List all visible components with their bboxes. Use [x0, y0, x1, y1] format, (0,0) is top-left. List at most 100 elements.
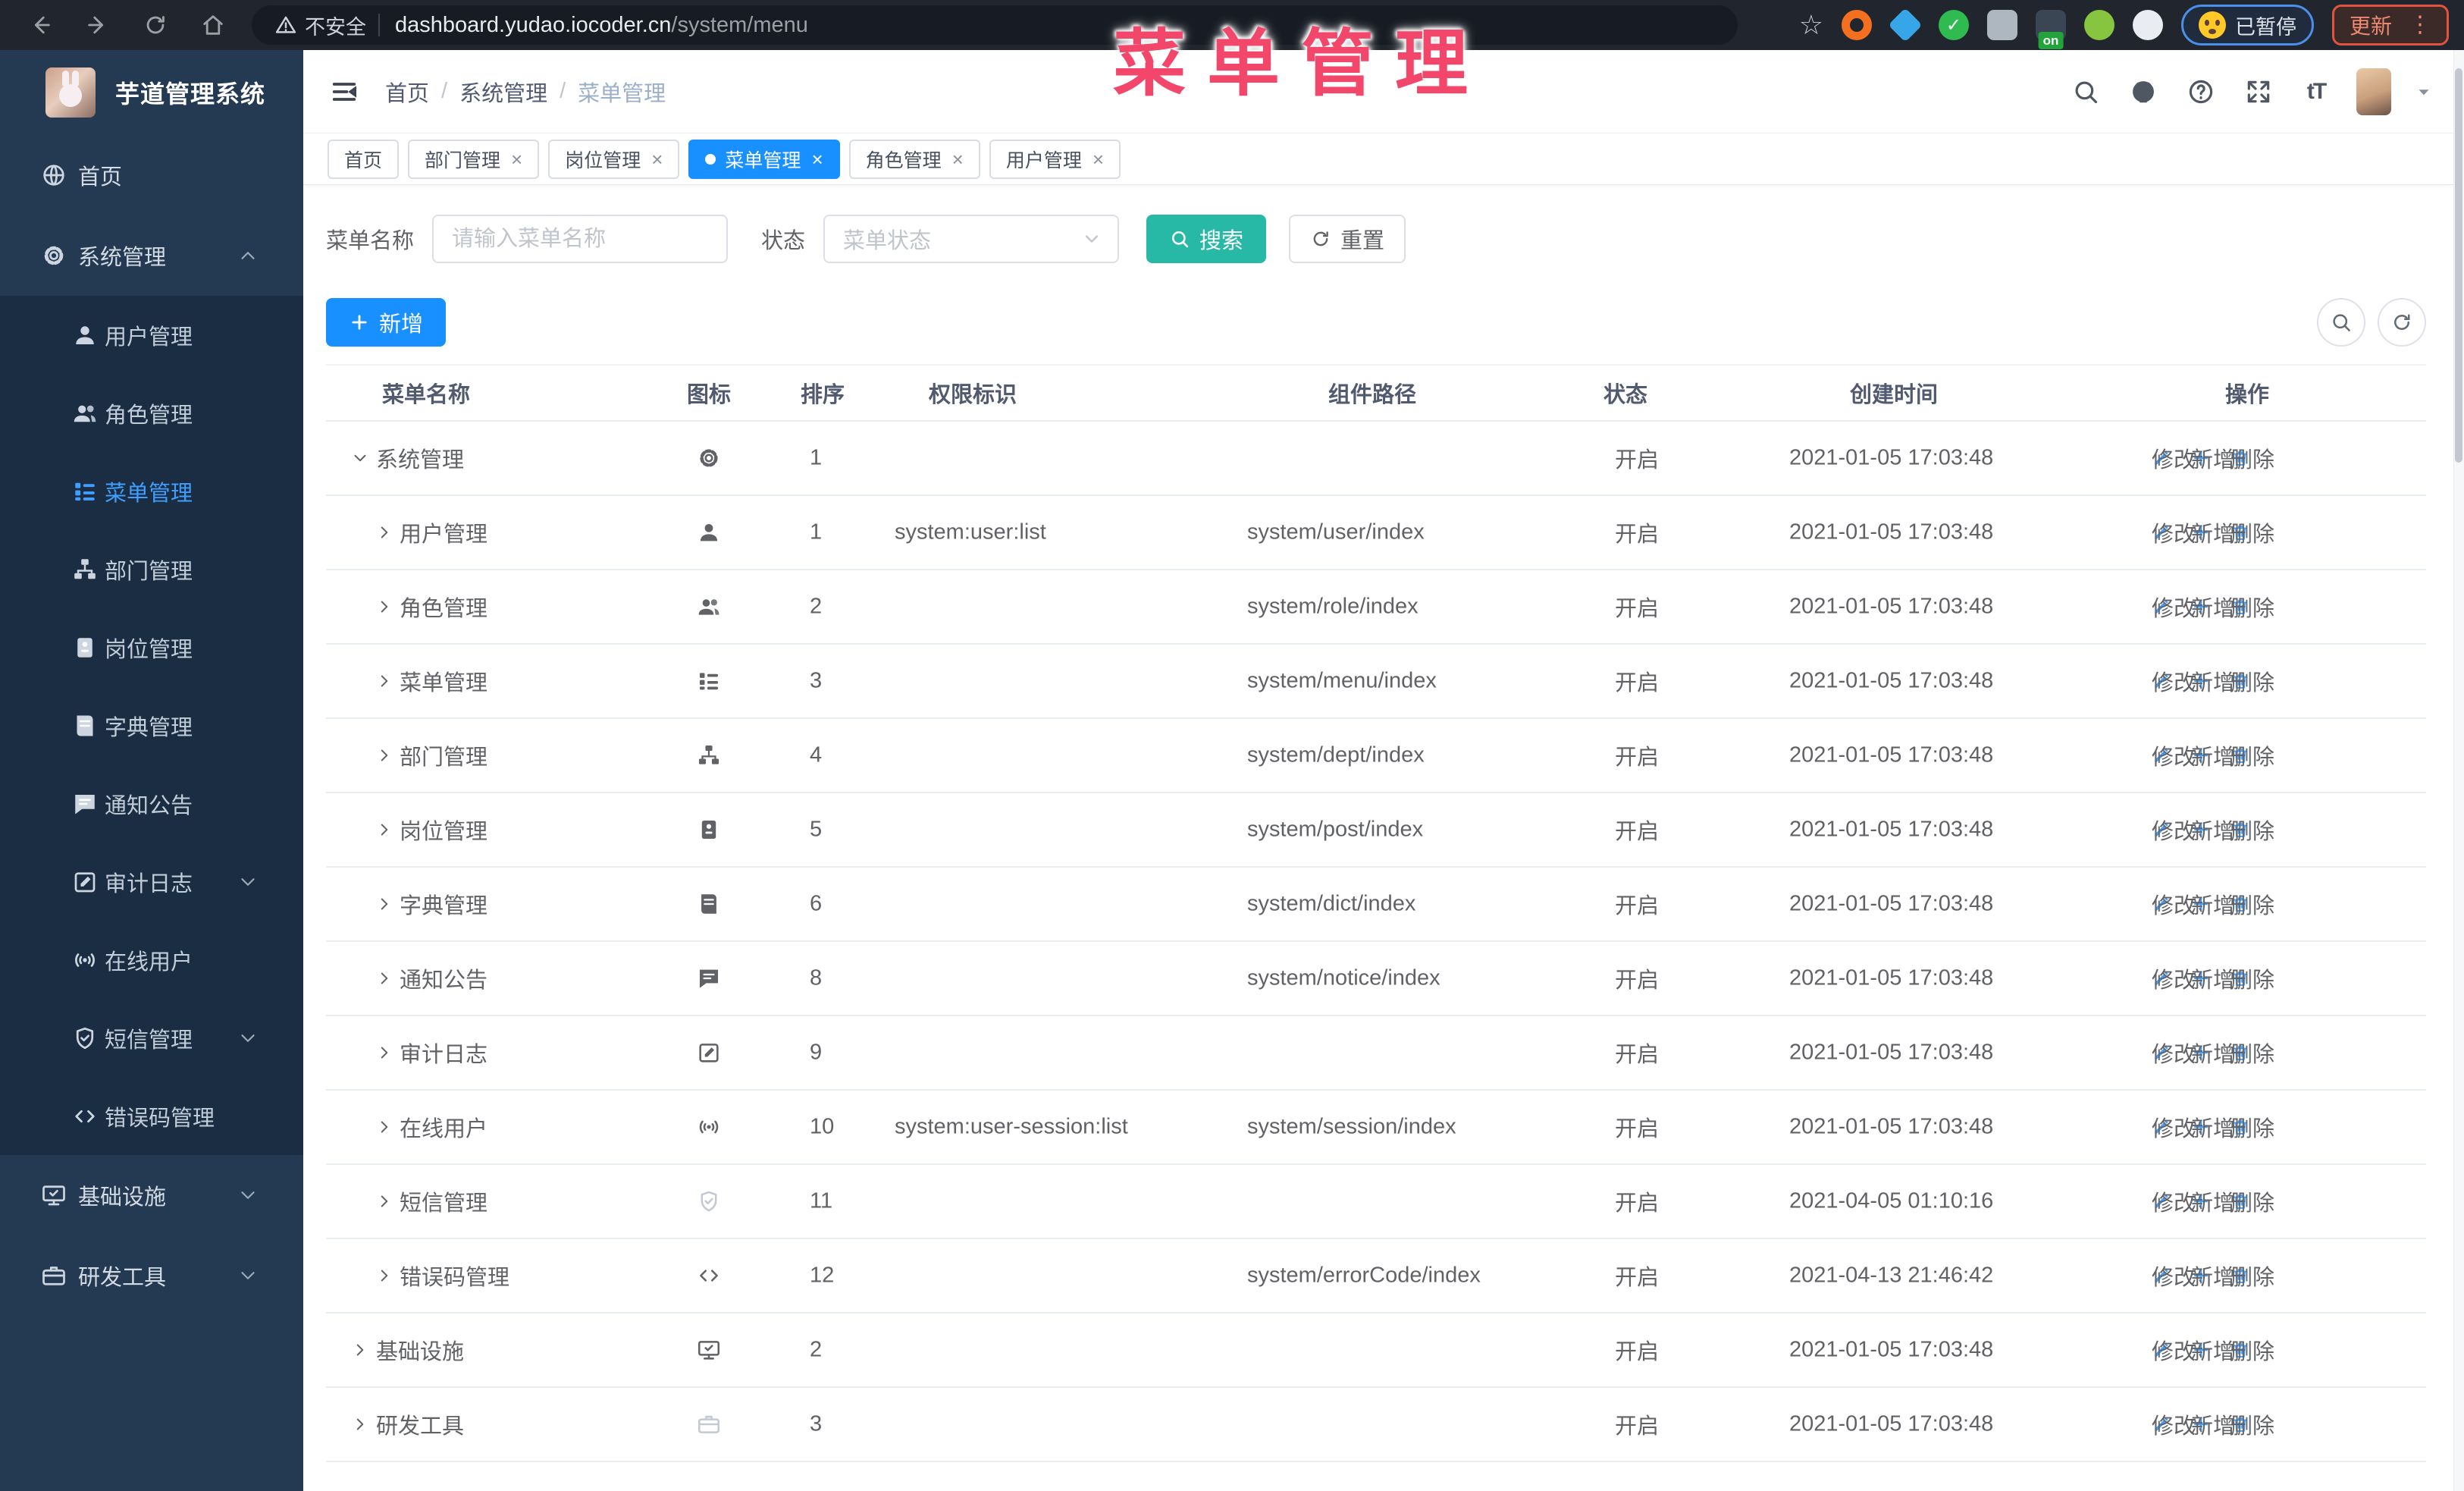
- row-add-action[interactable]: 新增: [2191, 820, 2235, 844]
- extension-check-icon[interactable]: ✓: [1938, 10, 1969, 40]
- sidebar-item[interactable]: 在线用户: [0, 921, 303, 999]
- row-edit-action[interactable]: 修改: [2152, 1414, 2196, 1439]
- tab-close-icon[interactable]: ×: [952, 149, 964, 169]
- row-add-action[interactable]: 新增: [2191, 894, 2235, 918]
- row-expand-icon[interactable]: [350, 448, 373, 468]
- security-label[interactable]: 不安全: [305, 11, 366, 40]
- refresh-table-button[interactable]: [2378, 298, 2426, 347]
- row-expand-icon[interactable]: [375, 894, 397, 914]
- row-edit-action[interactable]: 修改: [2152, 820, 2196, 844]
- row-edit-action[interactable]: 修改: [2152, 523, 2196, 547]
- row-add-action[interactable]: 新增: [2191, 1266, 2235, 1290]
- row-add-action[interactable]: 新增: [2191, 1414, 2235, 1439]
- row-delete-action[interactable]: 删除: [2230, 746, 2274, 770]
- menu-name-input[interactable]: [432, 215, 729, 263]
- github-icon[interactable]: [2126, 74, 2161, 109]
- extension-gem-icon[interactable]: [1888, 8, 1923, 42]
- row-expand-icon[interactable]: [375, 1117, 397, 1137]
- add-button[interactable]: 新增: [326, 298, 447, 347]
- update-button[interactable]: 更新 ⋮: [2331, 5, 2449, 46]
- fullscreen-icon[interactable]: [2241, 74, 2276, 109]
- status-select[interactable]: 菜单状态: [823, 215, 1120, 263]
- app-logo-row[interactable]: 芋道管理系统: [0, 50, 303, 135]
- tab-item[interactable]: 岗位管理 ×: [548, 139, 680, 179]
- row-add-action[interactable]: 新增: [2191, 671, 2235, 695]
- tab-close-icon[interactable]: ×: [651, 149, 663, 169]
- row-edit-action[interactable]: 修改: [2152, 448, 2196, 472]
- sidebar-item[interactable]: 系统管理: [0, 215, 303, 296]
- row-delete-action[interactable]: 删除: [2230, 1043, 2274, 1067]
- row-delete-action[interactable]: 删除: [2230, 523, 2274, 547]
- search-button[interactable]: 搜索: [1146, 215, 1267, 263]
- row-add-action[interactable]: 新增: [2191, 523, 2235, 547]
- help-icon[interactable]: [2183, 74, 2218, 109]
- sidebar-item[interactable]: 岗位管理: [0, 608, 303, 686]
- sidebar-item[interactable]: 用户管理: [0, 296, 303, 374]
- row-expand-icon[interactable]: [375, 597, 397, 617]
- row-expand-icon[interactable]: [375, 1191, 397, 1211]
- scrollbar-track[interactable]: [2453, 50, 2464, 1491]
- address-bar[interactable]: 不安全 dashboard.yudao.iocoder.cn /system/m…: [252, 5, 1738, 45]
- tab-close-icon[interactable]: ×: [1092, 149, 1104, 169]
- row-delete-action[interactable]: 删除: [2230, 894, 2274, 918]
- row-expand-icon[interactable]: [375, 746, 397, 765]
- reload-icon[interactable]: [136, 6, 174, 44]
- row-expand-icon[interactable]: [375, 968, 397, 988]
- sidebar-item[interactable]: 字典管理: [0, 686, 303, 764]
- row-add-action[interactable]: 新增: [2191, 1117, 2235, 1141]
- row-edit-action[interactable]: 修改: [2152, 1117, 2196, 1141]
- sidebar-item[interactable]: 角色管理: [0, 374, 303, 452]
- extension-tiles-icon[interactable]: [1986, 10, 2017, 40]
- row-add-action[interactable]: 新增: [2191, 597, 2235, 621]
- chevron-down-icon[interactable]: [2414, 82, 2434, 102]
- row-delete-action[interactable]: 删除: [2230, 448, 2274, 472]
- sidebar-item[interactable]: 基础设施: [0, 1155, 303, 1235]
- font-size-icon[interactable]: tT: [2299, 74, 2334, 109]
- row-add-action[interactable]: 新增: [2191, 1043, 2235, 1067]
- tab-item[interactable]: 部门管理 ×: [408, 139, 540, 179]
- row-edit-action[interactable]: 修改: [2152, 671, 2196, 695]
- home-icon[interactable]: [194, 6, 232, 44]
- row-add-action[interactable]: 新增: [2191, 448, 2235, 472]
- row-delete-action[interactable]: 删除: [2230, 1266, 2274, 1290]
- sidebar-item[interactable]: 首页: [0, 135, 303, 215]
- row-edit-action[interactable]: 修改: [2152, 1191, 2196, 1216]
- collapse-sidebar-icon[interactable]: [326, 74, 362, 110]
- row-delete-action[interactable]: 删除: [2230, 968, 2274, 993]
- back-icon[interactable]: [21, 6, 59, 44]
- paused-extension-badge[interactable]: 已暂停: [2180, 5, 2314, 46]
- row-edit-action[interactable]: 修改: [2152, 1266, 2196, 1290]
- tab-item[interactable]: 角色管理 ×: [848, 139, 980, 179]
- extension-switch-icon[interactable]: on: [2035, 10, 2066, 49]
- row-add-action[interactable]: 新增: [2191, 746, 2235, 770]
- search-icon[interactable]: [2068, 74, 2103, 109]
- bookmark-star-icon[interactable]: ☆: [1799, 11, 1823, 39]
- sidebar-item[interactable]: 审计日志: [0, 843, 303, 921]
- sidebar-item[interactable]: 菜单管理: [0, 452, 303, 530]
- row-expand-icon[interactable]: [375, 820, 397, 840]
- row-edit-action[interactable]: 修改: [2152, 597, 2196, 621]
- extension-puzzle-icon[interactable]: [2132, 10, 2163, 40]
- row-expand-icon[interactable]: [350, 1340, 373, 1360]
- tab-item[interactable]: 菜单管理 ×: [688, 139, 840, 179]
- row-edit-action[interactable]: 修改: [2152, 968, 2196, 993]
- row-expand-icon[interactable]: [350, 1414, 373, 1434]
- row-delete-action[interactable]: 删除: [2230, 1414, 2274, 1439]
- row-edit-action[interactable]: 修改: [2152, 1043, 2196, 1067]
- sidebar-item[interactable]: 短信管理: [0, 999, 303, 1077]
- sidebar-item[interactable]: 错误码管理: [0, 1077, 303, 1155]
- row-delete-action[interactable]: 删除: [2230, 671, 2274, 695]
- row-edit-action[interactable]: 修改: [2152, 746, 2196, 770]
- scrollbar-thumb[interactable]: [2455, 68, 2462, 463]
- sidebar-item[interactable]: 通知公告: [0, 764, 303, 843]
- tab-close-icon[interactable]: ×: [511, 149, 522, 169]
- tab-item[interactable]: 用户管理 ×: [989, 139, 1121, 179]
- row-delete-action[interactable]: 删除: [2230, 1117, 2274, 1141]
- row-expand-icon[interactable]: [375, 671, 397, 691]
- sidebar-item[interactable]: 研发工具: [0, 1235, 303, 1316]
- extension-key-icon[interactable]: [2083, 10, 2114, 40]
- tab-close-icon[interactable]: ×: [811, 149, 823, 169]
- row-add-action[interactable]: 新增: [2191, 1191, 2235, 1216]
- row-edit-action[interactable]: 修改: [2152, 1340, 2196, 1364]
- browser-menu-icon[interactable]: ⋮: [2409, 14, 2431, 36]
